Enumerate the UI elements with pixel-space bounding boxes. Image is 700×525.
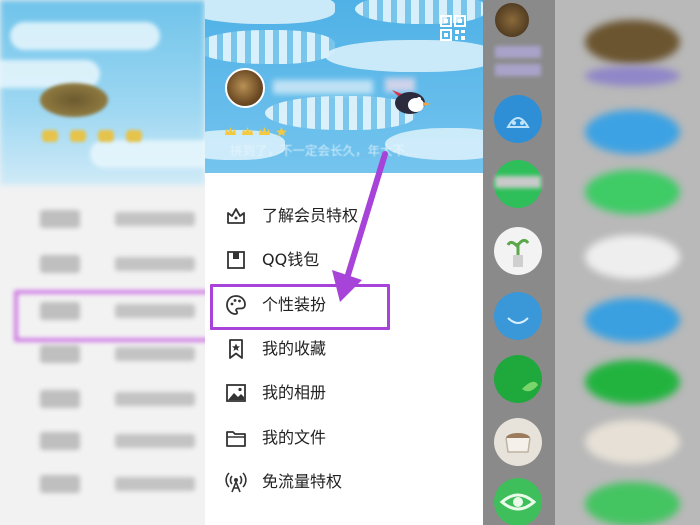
blurred-contact-avatar <box>585 360 680 404</box>
menu-item-label: 免流量特权 <box>262 472 343 491</box>
user-avatar[interactable] <box>225 68 265 108</box>
menu-item-files[interactable]: 我的文件 <box>205 420 483 456</box>
blurred-menu-row <box>40 210 195 228</box>
contact-avatar[interactable] <box>494 227 542 275</box>
menu-item-album[interactable]: 我的相册 <box>205 375 483 411</box>
pointer-arrow-icon <box>332 151 388 302</box>
blurred-contact-name <box>585 66 680 86</box>
cup-icon <box>505 433 531 453</box>
blurred-contact-avatar <box>585 420 680 464</box>
vip-crown-icon <box>227 208 245 224</box>
blurred-contact-avatar <box>585 235 680 279</box>
blurred-menu-row <box>40 475 195 493</box>
eye-icon <box>499 493 537 511</box>
blurred-highlight-box <box>14 290 205 342</box>
blurred-crown-icon <box>42 130 58 142</box>
plant-icon <box>506 238 530 267</box>
blurred-contact-avatar <box>585 20 680 64</box>
profile-header: 拼到了，不一定会长久，年大不... <box>205 0 483 173</box>
free-data-icon <box>225 472 247 493</box>
blurred-menu-row <box>40 432 195 450</box>
blurred-crown-icon <box>126 130 142 142</box>
contact-avatar[interactable] <box>494 292 542 340</box>
menu-item-label: 我的相册 <box>262 383 327 402</box>
header-fish-decoration <box>205 30 335 64</box>
menu-item-label: 我的文件 <box>262 428 327 447</box>
header-fish-decoration <box>205 0 335 24</box>
star-icon <box>276 127 288 136</box>
penguin-mascot-icon <box>392 90 431 114</box>
smile-icon <box>507 317 529 324</box>
menu-item-label: 我的收藏 <box>262 339 327 358</box>
blurred-fish <box>10 22 160 50</box>
contact-avatar[interactable] <box>494 478 542 525</box>
album-icon <box>226 384 246 402</box>
blurred-avatar <box>40 83 108 117</box>
blurred-background-left <box>0 0 205 525</box>
blurred-fish <box>90 140 205 168</box>
crown-icon <box>242 127 254 135</box>
contacts-strip <box>483 0 555 525</box>
blurred-menu-row <box>40 255 195 273</box>
blurred-crown-icon <box>98 130 114 142</box>
blurred-contact-name <box>495 176 541 188</box>
blurred-crown-icon <box>70 130 86 142</box>
contact-avatar[interactable] <box>494 95 542 143</box>
blurred-nickname <box>273 80 373 94</box>
cat-face-icon <box>506 117 530 128</box>
blurred-background-right <box>555 0 700 525</box>
blurred-contact-avatar <box>585 482 680 525</box>
folder-icon <box>226 431 246 447</box>
blurred-contact-name <box>495 64 541 76</box>
blurred-contact-avatar <box>585 170 680 214</box>
wallet-icon <box>227 251 245 269</box>
blurred-contact-name <box>495 46 541 58</box>
blurred-menu-row <box>40 390 195 408</box>
blurred-contact-avatar <box>585 110 680 154</box>
contact-avatar[interactable] <box>494 355 542 403</box>
crown-icon <box>225 127 236 135</box>
blurred-menu-row <box>40 345 195 363</box>
blurred-contact-avatar <box>585 298 680 342</box>
contact-avatar[interactable] <box>495 3 529 37</box>
contact-avatar[interactable] <box>494 418 542 466</box>
menu-item-label: QQ钱包 <box>262 250 320 269</box>
qr-code-icon[interactable] <box>440 15 466 41</box>
leaf-icon <box>522 381 538 392</box>
menu-item-free-data[interactable]: 免流量特权 <box>205 464 483 500</box>
vip-level-crowns <box>225 121 288 140</box>
crown-icon <box>259 127 271 135</box>
menu-item-favorites[interactable]: 我的收藏 <box>205 331 483 367</box>
header-fish-decoration <box>325 40 483 72</box>
bookmark-icon <box>229 339 243 359</box>
